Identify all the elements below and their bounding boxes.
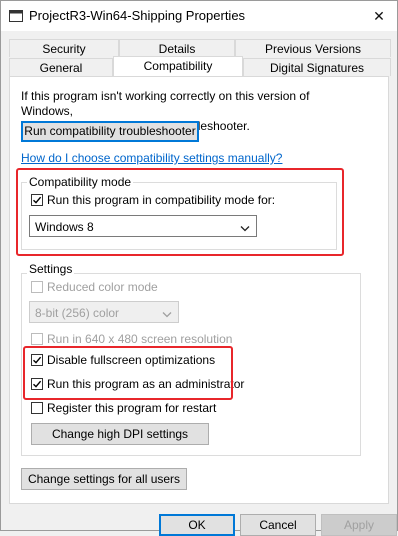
res-640-checkbox[interactable]: [31, 333, 43, 345]
tab-label: Previous Versions: [264, 42, 362, 56]
tab-label: Details: [158, 42, 196, 56]
tab-label: General: [39, 61, 83, 75]
window-title: ProjectR3-Win64-Shipping Properties: [29, 8, 246, 23]
tab-digital-signatures[interactable]: Digital Signatures: [243, 58, 391, 76]
tab-security[interactable]: Security: [9, 39, 119, 57]
settings-legend: Settings: [27, 262, 75, 276]
app-icon: [9, 9, 23, 23]
run-troubleshooter-button[interactable]: Run compatibility troubleshooter: [21, 121, 199, 142]
highlight-settings: [23, 346, 233, 400]
tab-previous-versions[interactable]: Previous Versions: [235, 39, 391, 57]
cancel-button[interactable]: Cancel: [240, 514, 316, 536]
chevron-down-icon: [162, 308, 172, 322]
tab-label: Security: [42, 42, 86, 56]
change-dpi-button[interactable]: Change high DPI settings: [31, 423, 209, 445]
ok-button[interactable]: OK: [159, 514, 235, 536]
tab-general[interactable]: General: [9, 58, 113, 76]
properties-dialog: ProjectR3-Win64-Shipping Properties ✕ Se…: [0, 0, 398, 536]
apply-button[interactable]: Apply: [321, 514, 397, 536]
title-bar[interactable]: ProjectR3-Win64-Shipping Properties ✕: [1, 1, 397, 31]
register-restart-checkbox[interactable]: [31, 402, 43, 414]
register-restart-label: Register this program for restart: [47, 401, 217, 415]
highlight-compat-mode: [16, 168, 344, 256]
tab-label: Digital Signatures: [269, 61, 365, 75]
close-icon[interactable]: ✕: [361, 1, 397, 31]
res-640-label: Run in 640 x 480 screen resolution: [47, 332, 233, 346]
color-select-value: 8-bit (256) color: [35, 306, 120, 320]
color-select[interactable]: 8-bit (256) color: [29, 301, 179, 323]
reduced-color-checkbox[interactable]: [31, 281, 43, 293]
tab-label: Compatibility: [143, 59, 213, 73]
tab-compatibility[interactable]: Compatibility: [113, 56, 243, 76]
intro-line: If this program isn't working correctly …: [21, 89, 310, 118]
change-all-users-button[interactable]: Change settings for all users: [21, 468, 187, 490]
tab-details[interactable]: Details: [119, 39, 235, 57]
reduced-color-label: Reduced color mode: [47, 280, 158, 294]
help-link[interactable]: How do I choose compatibility settings m…: [21, 151, 282, 165]
